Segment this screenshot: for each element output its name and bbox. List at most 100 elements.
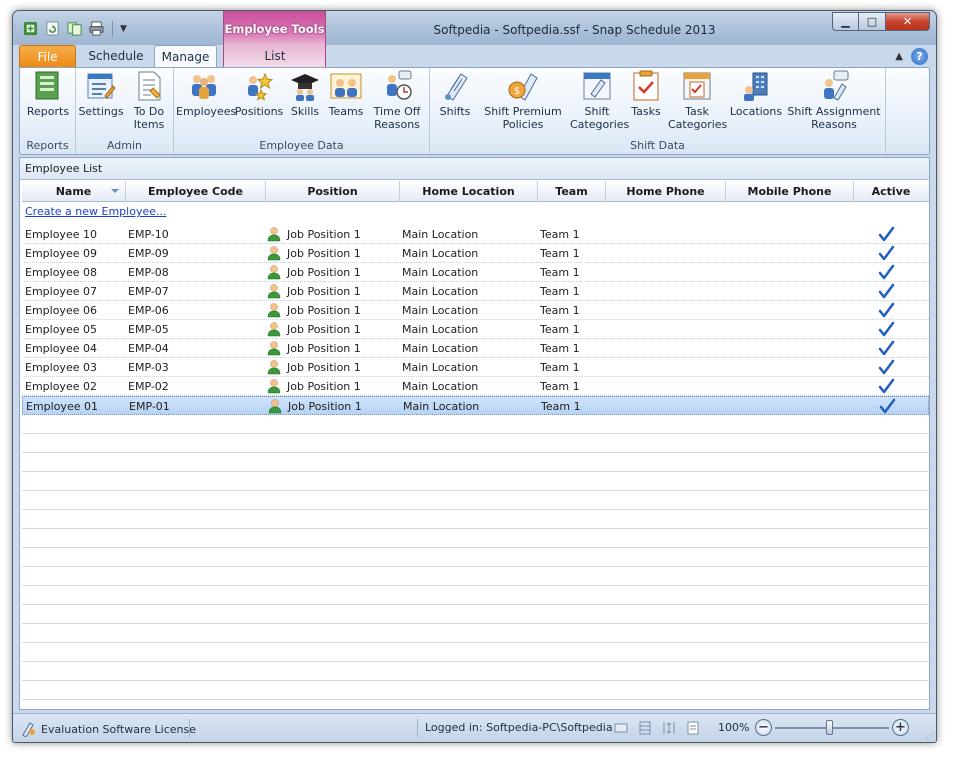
cell-name: Employee 04 — [25, 342, 97, 355]
help-icon[interactable]: ? — [911, 48, 928, 65]
group-employee-data: Employees Positions Skills Teams Time Of… — [174, 68, 430, 154]
column-header-home-location[interactable]: Home Location — [400, 181, 538, 202]
cell-position: Job Position 1 — [287, 304, 361, 317]
todo-items-button[interactable]: To Do Items — [126, 70, 172, 131]
tasks-button[interactable]: Tasks — [626, 70, 666, 118]
column-header-home-phone[interactable]: Home Phone — [606, 181, 726, 202]
cell-home-location: Main Location — [403, 400, 480, 413]
cell-name: Employee 09 — [25, 247, 97, 260]
column-header-team[interactable]: Team — [538, 181, 606, 202]
tab-file[interactable]: File — [19, 45, 76, 68]
group-admin: Settings To Do Items Admin — [76, 68, 174, 154]
skills-button[interactable]: Skills — [285, 70, 325, 118]
table-row[interactable]: Employee 10 EMP-10 Job Position 1 Main L… — [22, 225, 929, 244]
table-row[interactable]: Employee 01 EMP-01 Job Position 1 Main L… — [22, 396, 929, 415]
group-label-shift-data: Shift Data — [630, 139, 685, 152]
cell-position: Job Position 1 — [287, 361, 361, 374]
table-row[interactable]: Employee 06 EMP-06 Job Position 1 Main L… — [22, 301, 929, 320]
teams-button-label: Teams — [328, 105, 364, 118]
context-tab-title: Employee Tools — [224, 22, 325, 36]
help-area: ▲ ? — [895, 48, 928, 65]
task-categories-button[interactable]: Task Categories — [668, 70, 727, 131]
position-icon — [267, 246, 281, 261]
tasks-button-label: Tasks — [631, 105, 661, 118]
table-row[interactable]: Employee 07 EMP-07 Job Position 1 Main L… — [22, 282, 929, 301]
cell-home-location: Main Location — [402, 342, 479, 355]
active-check-icon[interactable] — [878, 359, 895, 375]
cell-name: Employee 05 — [25, 323, 97, 336]
status-bar: Evaluation Software License Logged in: S… — [13, 713, 936, 742]
svg-text:$: $ — [514, 86, 520, 97]
active-check-icon[interactable] — [878, 321, 895, 337]
cell-employee-code: EMP-01 — [129, 400, 170, 413]
active-check-icon[interactable] — [878, 226, 895, 242]
zoom-slider-thumb[interactable] — [826, 720, 833, 735]
tab-manage[interactable]: Manage — [154, 45, 217, 68]
cell-team: Team 1 — [541, 400, 581, 413]
table-row[interactable]: Employee 05 EMP-05 Job Position 1 Main L… — [22, 320, 929, 339]
table-row[interactable]: Employee 02 EMP-02 Job Position 1 Main L… — [22, 377, 929, 396]
active-check-icon[interactable] — [879, 398, 896, 414]
normal-view-icon[interactable] — [613, 720, 629, 736]
group-label-admin: Admin — [106, 139, 143, 152]
minimize-button[interactable]: ▁ — [832, 12, 859, 31]
table-row[interactable]: Employee 04 EMP-04 Job Position 1 Main L… — [22, 339, 929, 358]
locations-button-label: Locations — [729, 105, 783, 118]
column-header-position[interactable]: Position — [266, 181, 400, 202]
locations-button[interactable]: Locations — [728, 70, 784, 118]
shift-assignment-reasons-button[interactable]: Shift Assignment Reasons — [786, 70, 882, 131]
reports-button[interactable]: Reports — [24, 70, 72, 118]
tab-schedule[interactable]: Schedule — [79, 45, 153, 68]
shifts-button[interactable]: Shifts — [434, 70, 476, 118]
app-window: ▼ Softpedia - Softpedia.ssf - Snap Sched… — [12, 10, 937, 743]
panel-title: Employee List — [20, 158, 929, 180]
column-header-employee-code[interactable]: Employee Code — [126, 181, 266, 202]
minimize-ribbon-icon[interactable]: ▲ — [895, 51, 903, 62]
teams-button[interactable]: Teams — [325, 70, 367, 118]
cell-team: Team 1 — [540, 380, 580, 393]
create-employee-link[interactable]: Create a new Employee... — [25, 205, 167, 218]
todo-icon — [138, 71, 161, 101]
todo-label-line2: Items — [133, 118, 165, 131]
active-check-icon[interactable] — [878, 378, 895, 394]
time-off-reasons-button[interactable]: Time Off Reasons — [367, 70, 427, 131]
grid-view-icon[interactable] — [637, 720, 653, 736]
active-check-icon[interactable] — [878, 283, 895, 299]
shift-categories-button[interactable]: Shift Categories — [570, 70, 629, 131]
skills-icon — [291, 74, 319, 101]
column-header-mobile-phone[interactable]: Mobile Phone — [726, 181, 854, 202]
tasks-icon — [633, 70, 659, 101]
close-button[interactable]: ✕ — [886, 12, 930, 31]
print-preview-icon[interactable] — [685, 720, 701, 736]
grid-empty-area — [22, 415, 929, 709]
settings-button[interactable]: Settings — [78, 70, 124, 118]
table-row[interactable]: Employee 08 EMP-08 Job Position 1 Main L… — [22, 263, 929, 282]
premium-label-line1: Shift Premium — [484, 105, 562, 118]
skills-button-label: Skills — [290, 105, 320, 118]
active-check-icon[interactable] — [878, 245, 895, 261]
maximize-button[interactable]: □ — [859, 12, 886, 31]
shift-premium-policies-button[interactable]: $ Shift Premium Policies — [478, 70, 568, 131]
ribbon: Reports Reports Settings To Do Items Adm… — [19, 67, 930, 155]
cell-name: Employee 10 — [25, 228, 97, 241]
column-header-active[interactable]: Active — [854, 181, 928, 202]
cell-position: Job Position 1 — [287, 266, 361, 279]
employees-button[interactable]: Employees — [176, 70, 236, 118]
zoom-in-button[interactable]: + — [892, 719, 909, 736]
active-check-icon[interactable] — [878, 264, 895, 280]
active-check-icon[interactable] — [878, 340, 895, 356]
column-header-name[interactable]: Name — [22, 181, 126, 202]
task-categories-icon — [683, 72, 711, 100]
table-row[interactable]: Employee 09 EMP-09 Job Position 1 Main L… — [22, 244, 929, 263]
tab-list[interactable]: List — [225, 45, 325, 68]
zoom-out-button[interactable]: − — [755, 719, 772, 736]
resize-grip-icon[interactable]: ⋰ — [926, 731, 934, 740]
shift-assignment-label-line1: Shift Assignment — [787, 105, 881, 118]
active-check-icon[interactable] — [878, 302, 895, 318]
window-title: Softpedia - Softpedia.ssf - Snap Schedul… — [433, 23, 716, 37]
positions-button[interactable]: Positions — [234, 70, 284, 118]
fit-height-icon[interactable] — [661, 720, 677, 736]
view-mode-icons — [613, 720, 701, 736]
table-row[interactable]: Employee 03 EMP-03 Job Position 1 Main L… — [22, 358, 929, 377]
shift-assignment-label-line2: Reasons — [811, 118, 857, 131]
